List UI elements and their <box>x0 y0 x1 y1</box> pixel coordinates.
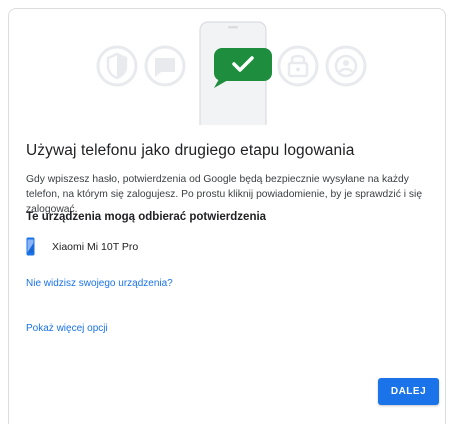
phone-icon <box>26 237 35 256</box>
chat-bubble-icon <box>144 45 186 87</box>
account-icon <box>325 45 367 87</box>
page-title: Używaj telefonu jako drugiego etapu logo… <box>26 142 355 159</box>
devices-heading: Te urządzenia mogą odbierać potwierdzeni… <box>26 211 267 223</box>
hero-illustration <box>96 21 367 125</box>
shield-icon <box>96 45 138 87</box>
lock-icon <box>277 45 319 87</box>
device-list-item: Xiaomi Mi 10T Pro <box>26 237 138 256</box>
more-options-link[interactable]: Pokaż więcej opcji <box>26 323 108 334</box>
missing-device-link[interactable]: Nie widzisz swojego urządzenia? <box>26 278 173 289</box>
device-name: Xiaomi Mi 10T Pro <box>52 240 139 253</box>
next-button[interactable]: DALEJ <box>378 378 439 405</box>
